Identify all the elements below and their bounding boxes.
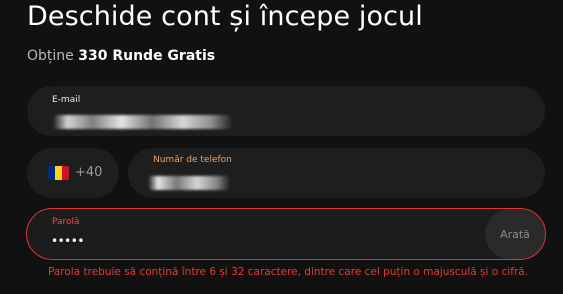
- flag-stripe-blue: [48, 166, 55, 180]
- password-label: Parolă: [52, 217, 80, 227]
- password-error-message: Parola trebuie să conțină între 6 și 32 …: [48, 266, 529, 278]
- promo-subtitle: Obține 330 Runde Gratis: [27, 46, 215, 66]
- phone-value-redacted: [148, 176, 230, 190]
- flag-stripe-yellow: [55, 166, 62, 180]
- country-code-selector[interactable]: +40: [27, 148, 119, 198]
- romania-flag-icon: [48, 166, 69, 180]
- email-value-redacted: [53, 115, 233, 129]
- phone-field[interactable]: Număr de telefon: [128, 148, 545, 198]
- email-field[interactable]: E-mail: [27, 86, 545, 136]
- password-value: •••••: [51, 234, 84, 248]
- show-password-button[interactable]: Arată: [485, 209, 545, 259]
- email-label: E-mail: [52, 95, 81, 105]
- subtitle-prefix: Obține: [27, 48, 74, 64]
- phone-label: Număr de telefon: [153, 155, 232, 165]
- subtitle-offer: 330 Runde Gratis: [78, 48, 216, 64]
- password-field[interactable]: Parolă ••••• Arată: [26, 208, 546, 260]
- page-title: Deschide cont și începe jocul: [27, 1, 423, 32]
- country-code-text: +40: [75, 165, 103, 180]
- flag-stripe-red: [62, 166, 69, 180]
